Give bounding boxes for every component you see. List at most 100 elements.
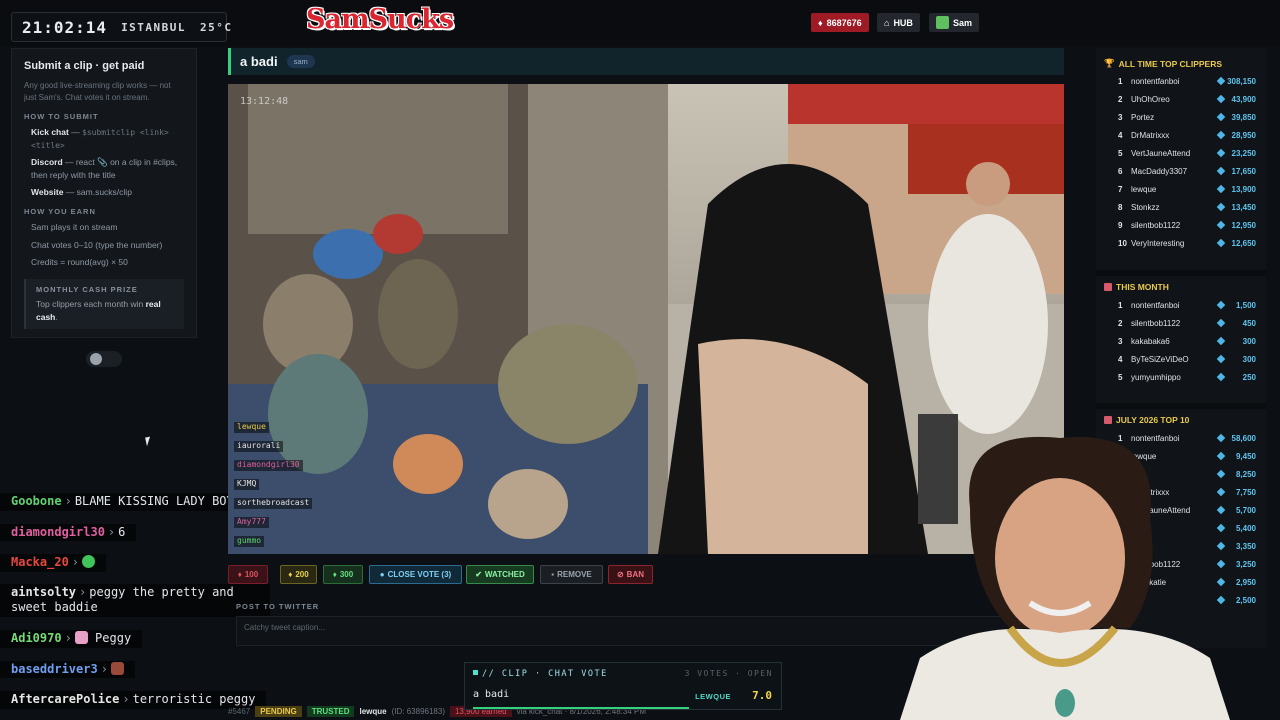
calendar-icon (1104, 283, 1112, 291)
remove-label: REMOVE (557, 570, 592, 579)
trusted-badge: TRUSTED (306, 705, 355, 717)
leaderboard-row: 6 MacDaddy3307 17,650 (1096, 166, 1266, 181)
gem-icon (1216, 238, 1226, 248)
leaderboard-row: 3 Portez 39,850 (1096, 112, 1266, 127)
leaderboard-name[interactable]: silentbob1122 (1131, 221, 1180, 230)
remove-button[interactable]: ▪ REMOVE (540, 565, 603, 584)
close-vote-button[interactable]: ● CLOSE VOTE (3) (369, 565, 462, 584)
leaderboard-name[interactable]: lewque (1131, 185, 1156, 194)
leaderboard-name[interactable]: Stonkzz (1131, 203, 1159, 212)
leaderboard-value: 23,250 (1231, 149, 1256, 158)
vote-header: // CLIP · CHAT VOTE (473, 669, 608, 679)
pending-badge: PENDING (255, 705, 302, 717)
vote-100-button[interactable]: ♦ 100 (228, 565, 268, 584)
watched-button[interactable]: ✔ WATCHED (466, 565, 534, 584)
chat-text: Peggy (95, 630, 132, 645)
leaderboard-name[interactable]: silentbob1122 (1131, 319, 1180, 328)
gem-icon (1216, 336, 1226, 346)
user-menu-button[interactable]: Sam (929, 13, 980, 32)
leaderboard-rank: 2 (1118, 319, 1123, 328)
how-to-submit-heading: HOW TO SUBMIT (24, 112, 99, 122)
chat-username: AftercarePolice (11, 692, 120, 707)
leaderboard-rank: 2 (1118, 95, 1123, 104)
leaderboard-name[interactable]: nontentfanboi (1131, 77, 1180, 86)
leaderboard-name[interactable]: yumyumhippo (1131, 373, 1181, 382)
clock-temperature: 25°C (200, 20, 233, 34)
leaderboard-name[interactable]: nontentfanboi (1131, 301, 1180, 310)
video-chat-user: gummo (234, 536, 265, 547)
streamer-webcam (900, 428, 1280, 720)
vote-200-button[interactable]: ♦ 200 (280, 565, 317, 584)
all-time-title: ALL TIME TOP CLIPPERS (1118, 58, 1223, 69)
leaderboard-name[interactable]: MacDaddy3307 (1131, 167, 1187, 176)
chat-text: 6 (118, 524, 126, 539)
leaderboard-rank: 4 (1118, 355, 1123, 364)
leaderboard-row: 1 nontentfanboi 308,150 (1096, 76, 1266, 91)
vote-300-button[interactable]: ♦ 300 (323, 565, 363, 584)
leaderboard-name[interactable]: Portez (1131, 113, 1154, 122)
website-text: — sam.sucks/clip (63, 187, 132, 197)
video-chat-overlay: lewque iaurorali diamondgirl30 KJMQ sort… (234, 422, 313, 554)
earn-item: Credits = round(avg) × 50 (31, 256, 128, 267)
chat-username: Adi0970 (11, 630, 62, 645)
leaderboard-name[interactable]: DrMatrixxx (1131, 131, 1169, 140)
leaderboard-value: 39,850 (1231, 113, 1256, 122)
leaderboard-rank: 8 (1118, 203, 1123, 212)
emote-icon (110, 661, 124, 675)
mouse-cursor-icon (145, 436, 152, 447)
earn-item: Sam plays it on stream (31, 222, 118, 233)
site-logo[interactable]: SamSucks (306, 4, 454, 35)
gem-icon (1216, 184, 1226, 194)
leaderboard-name[interactable]: kakabaka6 (1131, 337, 1170, 346)
leaderboard-row: 7 lewque 13,900 (1096, 184, 1266, 199)
vote-300-label: 300 (339, 570, 354, 579)
ban-button[interactable]: ⊘ BAN (608, 565, 653, 584)
gem-icon (1216, 220, 1226, 230)
video-chat-user: lewque (234, 422, 269, 433)
panel-toggle[interactable] (86, 351, 122, 367)
leaderboard-name[interactable]: UhOhOreo (1131, 95, 1170, 104)
clip-header: a badi sam (228, 48, 1064, 75)
leaderboard-row: 4 DrMatrixxx 28,950 (1096, 130, 1266, 145)
gem-icon (1216, 148, 1226, 158)
gem-count: 8687676 (826, 17, 862, 28)
submitter-name[interactable]: lewque (359, 707, 386, 716)
submit-panel-subtitle: Any good live-streaming clip works — not… (24, 81, 171, 102)
leaderboard-rank: 3 (1118, 337, 1123, 346)
leaderboard-value: 43,900 (1231, 95, 1256, 104)
hub-button[interactable]: ⌂ HUB (877, 13, 920, 32)
leaderboard-rank: 3 (1118, 113, 1123, 122)
user-avatar (936, 16, 949, 29)
chat-message: Adi0970 › Peggy (0, 629, 143, 648)
leaderboard-rank: 6 (1118, 167, 1123, 176)
chat-message: Macka_20 › (0, 554, 107, 572)
gem-icon (1216, 76, 1226, 86)
clip-source-tag: sam (286, 55, 315, 68)
video-chat-user: KJMQ (234, 479, 260, 490)
gem-icon (1216, 372, 1226, 382)
clock-widget: 21:02:14 ISTANBUL 25°C (11, 12, 231, 42)
gem-icon (1216, 202, 1226, 212)
website-instructions: Website — sam.sucks/clip (24, 186, 184, 198)
monthly-prize-box: MONTHLY CASH PRIZE Top clippers each mon… (24, 279, 184, 329)
gem-count-badge[interactable]: ♦ 8687676 (811, 13, 869, 32)
leaderboard-name[interactable]: VeryInteresting (1131, 239, 1184, 248)
chat-username: aintsolty (11, 584, 77, 599)
close-vote-label: CLOSE VOTE (3) (387, 570, 452, 579)
live-dot-icon (473, 670, 478, 675)
website-label: Website (31, 187, 64, 197)
home-icon: ⌂ (884, 17, 890, 28)
gem-icon (1216, 300, 1226, 310)
leaderboard-row: 5 yumyumhippo 250 (1096, 372, 1266, 387)
chat-username: Goobone (11, 494, 62, 508)
leaderboard-name[interactable]: VertJauneAttend (1131, 149, 1190, 158)
leaderboard-name[interactable]: ByTeSiZeViDeO (1131, 355, 1189, 364)
emote-icon (82, 555, 96, 569)
submitter-id: (ID: 63896183) (391, 706, 445, 716)
chat-vote-widget: // CLIP · CHAT VOTE 3 VOTES · OPEN a bad… (464, 662, 782, 710)
leaderboard-row: 10 VeryInteresting 12,650 (1096, 238, 1266, 253)
vote-100-label: 100 (244, 570, 259, 579)
submit-panel-title: Submit a clip · get paid (24, 60, 145, 72)
prize-text-end: . (55, 311, 58, 322)
chat-username: Macka_20 (11, 555, 69, 570)
